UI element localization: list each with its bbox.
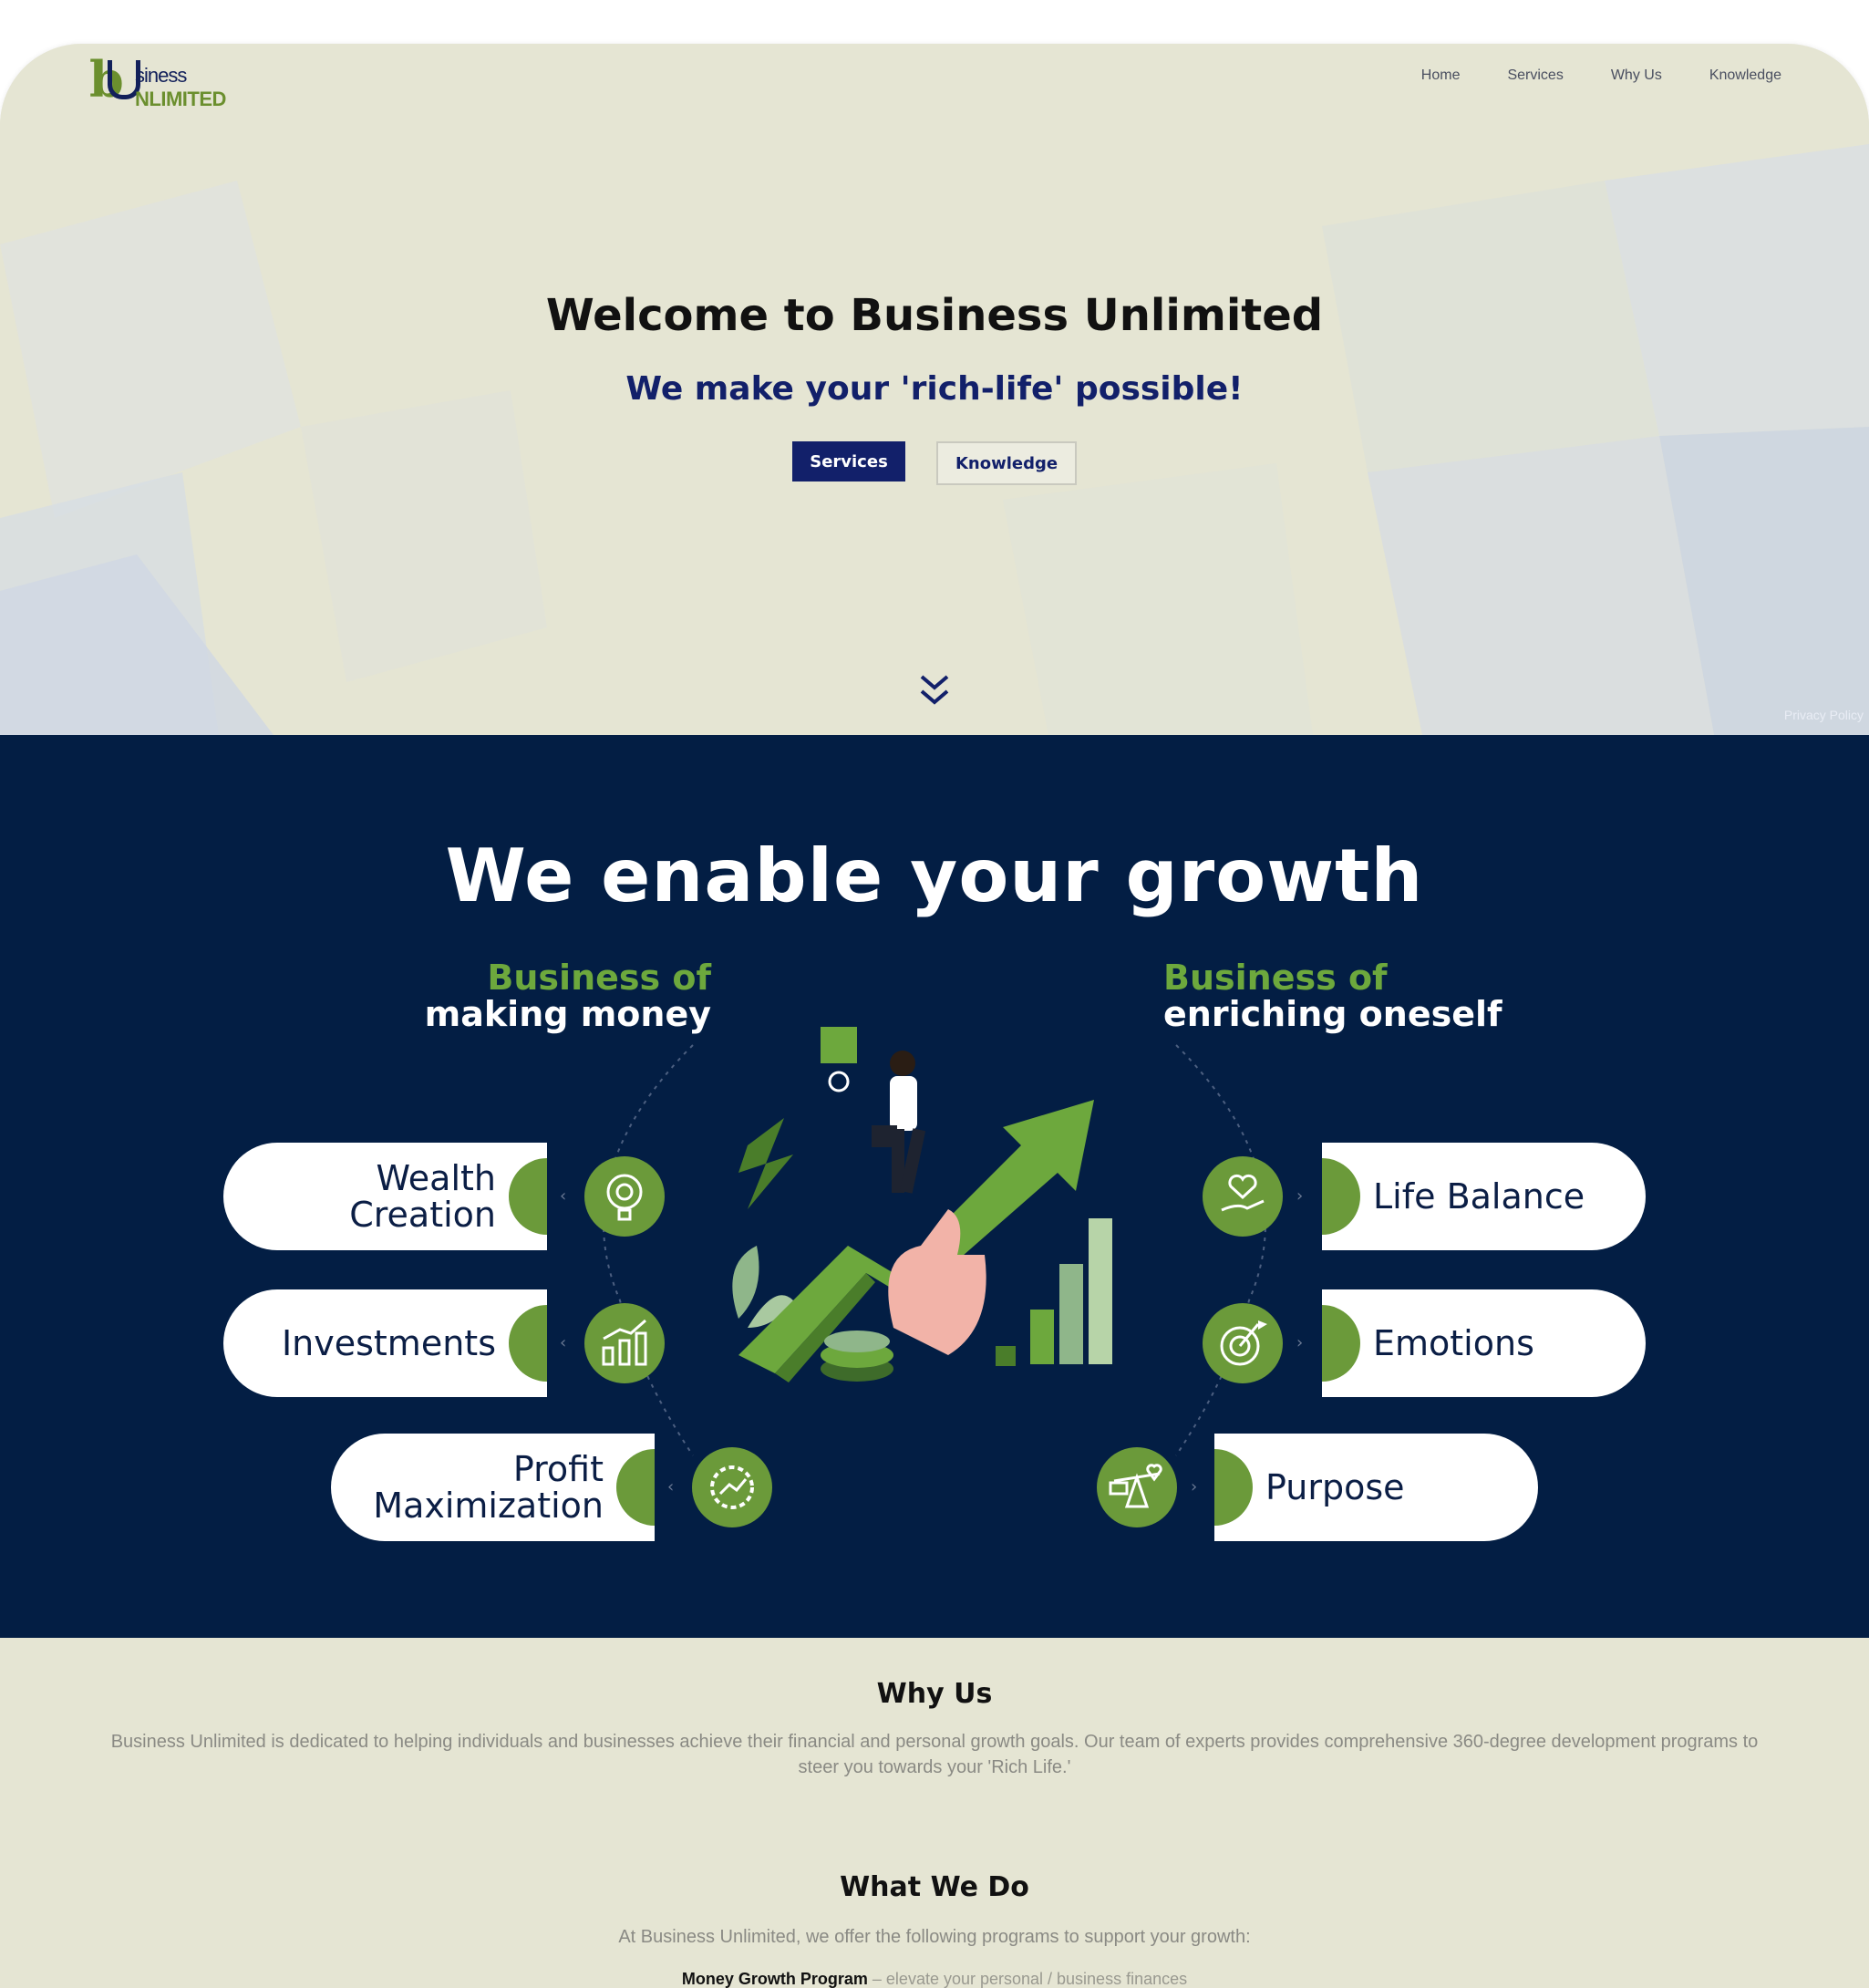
page-frame: b siness NLIMITED Home Services Why Us K… — [0, 44, 1869, 1988]
pill-profit-maximization[interactable]: Profit Maximization — [331, 1434, 655, 1541]
pill-label: Investments — [281, 1323, 496, 1363]
logo-text-bottom: NLIMITED — [135, 88, 226, 110]
pill-emotions[interactable]: Emotions — [1322, 1289, 1646, 1397]
nav-services[interactable]: Services — [1507, 67, 1563, 84]
knowledge-button[interactable]: Knowledge — [936, 441, 1077, 485]
what-we-do-intro: At Business Unlimited, we offer the foll… — [618, 1927, 1251, 1947]
heart-hand-icon — [1203, 1156, 1283, 1237]
right-arrow-icon: › — [1296, 1186, 1304, 1206]
target-icon — [1203, 1303, 1283, 1383]
pill-label-line2: Maximization — [373, 1486, 604, 1526]
info-section: Why Us Business Unlimited is dedicated t… — [0, 1638, 1869, 1988]
services-button[interactable]: Services — [792, 441, 905, 481]
double-chevron-down-icon[interactable] — [918, 673, 951, 709]
growth-illustration — [732, 1027, 1112, 1382]
program-line: Money Growth Program – elevate your pers… — [0, 1970, 1869, 1988]
pill-label: Life Balance — [1373, 1176, 1585, 1217]
logo[interactable]: b siness NLIMITED — [89, 55, 263, 119]
gear-chart-icon — [692, 1447, 772, 1527]
pill-label: Purpose — [1265, 1467, 1405, 1507]
right-arrow-icon: › — [1191, 1477, 1198, 1496]
left-arrow-icon: ‹ — [560, 1333, 567, 1352]
pill-life-balance[interactable]: Life Balance — [1322, 1143, 1646, 1250]
main-nav: Home Services Why Us Knowledge — [1421, 67, 1781, 84]
right-arrow-icon: › — [1296, 1333, 1304, 1352]
pill-investments[interactable]: Investments — [223, 1289, 547, 1397]
privacy-policy-link[interactable]: Privacy Policy — [1784, 708, 1864, 722]
nav-home[interactable]: Home — [1421, 67, 1461, 84]
balance-scale-icon — [1097, 1447, 1177, 1527]
hero-title: Welcome to Business Unlimited — [545, 290, 1324, 341]
pill-label-line1: Profit — [512, 1449, 604, 1489]
left-arrow-icon: ‹ — [667, 1477, 675, 1496]
program-desc: – elevate your personal / business finan… — [867, 1970, 1188, 1988]
pill-label-line1: Wealth — [376, 1158, 496, 1198]
bar-chart-up-icon — [584, 1303, 665, 1383]
program-name: Money Growth Program — [681, 1970, 868, 1988]
why-us-text: Business Unlimited is dedicated to helpi… — [110, 1732, 1759, 1777]
left-arrow-icon: ‹ — [560, 1186, 567, 1206]
pill-purpose[interactable]: Purpose — [1214, 1434, 1538, 1541]
lightbulb-gear-icon — [584, 1156, 665, 1237]
why-us-heading: Why Us — [876, 1678, 993, 1710]
logo-text-top: siness — [135, 64, 187, 87]
hero-subtitle: We make your 'rich-life' possible! — [625, 370, 1244, 408]
pill-label: Emotions — [1373, 1323, 1534, 1363]
hero-section: b siness NLIMITED Home Services Why Us K… — [0, 44, 1869, 735]
nav-why-us[interactable]: Why Us — [1611, 67, 1662, 84]
hero-buttons: Services Knowledge — [0, 441, 1869, 485]
what-we-do-heading: What We Do — [840, 1871, 1029, 1903]
pill-wealth-creation[interactable]: Wealth Creation — [223, 1143, 547, 1250]
nav-knowledge[interactable]: Knowledge — [1709, 67, 1781, 84]
growth-section: We enable your growth Business of making… — [0, 735, 1869, 1638]
pill-label-line2: Creation — [349, 1195, 496, 1235]
